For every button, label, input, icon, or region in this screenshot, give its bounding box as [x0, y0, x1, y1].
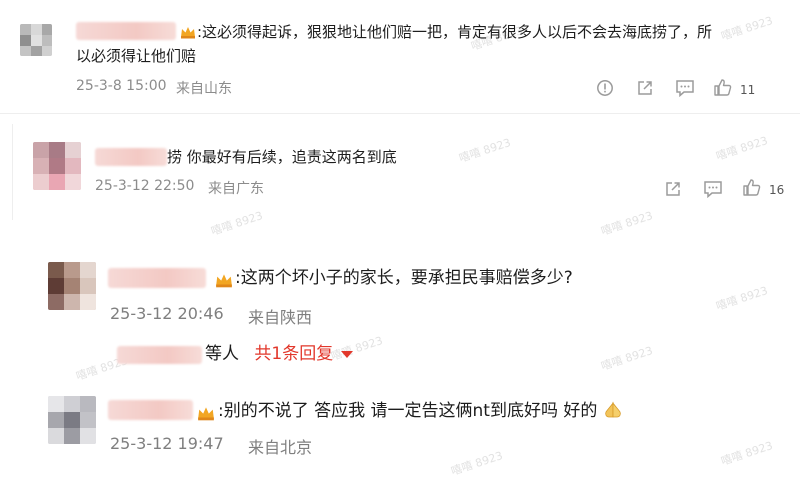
- comment-body: 你最好有后续，追责这两名到底: [182, 148, 397, 166]
- avatar[interactable]: [20, 24, 52, 56]
- chevron-down-icon: [341, 350, 354, 358]
- watermark: 嘻嘻 8923: [719, 439, 775, 468]
- watermark: 嘻嘻 8923: [599, 209, 655, 238]
- avatar[interactable]: [33, 142, 81, 190]
- comment-text: :这必须得起诉，狠狠地让他们赔一把，肯定有很多人以后不会去海底捞了，所: [197, 23, 713, 41]
- comment-button[interactable]: [675, 79, 695, 97]
- report-icon: [597, 80, 613, 96]
- comment-date: 25-3-12 19:47: [110, 434, 224, 453]
- comment-date: 25-3-12 22:50: [95, 178, 195, 194]
- avatar[interactable]: [48, 396, 96, 444]
- comment-date: 25-3-12 20:46: [110, 304, 224, 323]
- crown-icon: [181, 27, 195, 39]
- username-blurred[interactable]: [117, 346, 202, 364]
- avatar[interactable]: [48, 262, 96, 310]
- share-icon: [638, 81, 652, 95]
- pray-emoji-icon: [605, 401, 621, 418]
- comment-text: 捞 你最好有后续，追责这两名到底: [167, 146, 397, 168]
- like-icon: [743, 179, 761, 196]
- like-icon: [714, 79, 732, 96]
- comment-text: :别的不说了 答应我 请一定告这俩nt到底好吗 好的: [218, 400, 623, 422]
- share-button[interactable]: [636, 79, 654, 97]
- username-blurred[interactable]: [95, 148, 167, 166]
- watermark: 嘻嘻 8923: [599, 344, 655, 373]
- username-blurred[interactable]: [108, 400, 193, 420]
- like-button[interactable]: [713, 78, 733, 97]
- reply-summary-text: 等人 共1条回复: [205, 343, 354, 365]
- divider: [12, 124, 13, 220]
- comment-text: :这两个坏小子的家长，要承担民事赔偿多少?: [235, 268, 573, 288]
- reply-prefix: 等人: [205, 344, 239, 364]
- comment-date: 25-3-8 15:00: [76, 78, 167, 94]
- comment-body: :别的不说了 答应我 请一定告这俩nt到底好吗 好的: [218, 401, 598, 421]
- comment-button[interactable]: [703, 180, 723, 198]
- like-count: 16: [769, 183, 785, 197]
- comment-location: 来自北京: [248, 438, 313, 457]
- comment-text: 以必须得让他们赔: [76, 47, 197, 65]
- like-button[interactable]: [742, 178, 762, 197]
- comment-icon: [704, 181, 722, 198]
- watermark: 嘻嘻 8923: [714, 134, 770, 163]
- comment-icon: [676, 80, 694, 97]
- comment-location: 来自山东: [176, 81, 232, 97]
- watermark: 嘻嘻 8923: [714, 284, 770, 313]
- report-button[interactable]: [596, 79, 614, 97]
- watermark: 嘻嘻 8923: [209, 209, 265, 238]
- share-button[interactable]: [664, 180, 682, 198]
- crown-icon: [198, 407, 214, 421]
- username-blurred[interactable]: [108, 268, 206, 288]
- view-replies-link[interactable]: 共1条回复: [254, 344, 354, 364]
- username-tail: 捞: [167, 148, 183, 166]
- username-blurred[interactable]: [76, 22, 176, 40]
- like-count: 11: [740, 83, 756, 97]
- watermark: 嘻嘻 8923: [457, 136, 513, 165]
- watermark: 嘻嘻 8923: [719, 14, 775, 43]
- share-icon: [666, 182, 680, 196]
- crown-icon: [216, 274, 232, 288]
- divider: [0, 113, 800, 114]
- watermark: 嘻嘻 8923: [449, 449, 505, 478]
- comment-location: 来自陕西: [248, 308, 313, 327]
- comment-location: 来自广东: [208, 181, 264, 197]
